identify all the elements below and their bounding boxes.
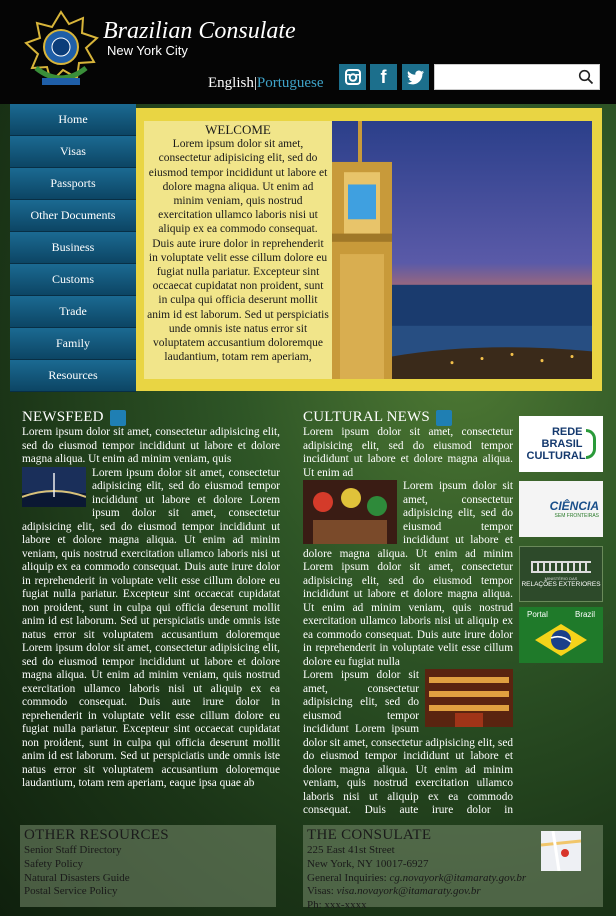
nav-item-family[interactable]: Family [10,328,136,360]
search-input[interactable] [435,65,573,89]
twitter-icon [406,70,424,85]
main-navigation: Home Visas Passports Other Documents Bus… [10,104,136,392]
consulate-info-box: THE CONSULATE 225 East 41st Street New Y… [303,825,603,911]
welcome-panel: WELCOME Lorem ipsum dolor sit amet, cons… [144,121,332,379]
ciencia-sem-fronteiras-banner[interactable]: CIÊNCIA SEM FRONTEIRAS [519,481,603,537]
nav-item-visas[interactable]: Visas [10,136,136,168]
nav-item-resources[interactable]: Resources [10,360,136,392]
nav-item-business[interactable]: Business [10,232,136,264]
ciencia-sub-label: SEM FRONTEIRAS [554,513,599,519]
rede-logo-icon [585,429,596,459]
language-switcher: English|Portuguese [208,75,324,92]
rede-brasil-cultural-label: REDE BRASIL CULTURAL [526,426,586,462]
visas-label: Visas: [307,885,337,898]
language-portuguese-link[interactable]: Portuguese [257,75,324,91]
cultural-news-header: CULTURAL NEWS [303,410,513,426]
hero-photo-elevator-tower [332,121,592,379]
visas-email[interactable]: visa.novayork@itamaraty.gov.br [337,885,481,897]
search-box [434,64,600,90]
cultural-news-heading: CULTURAL NEWS [303,410,430,426]
newsfeed-header: NEWSFEED [22,410,280,426]
ministerio-relacoes-exteriores-banner[interactable]: MINISTÉRIO DAS RELAÇÕES EXTERIORES [519,546,603,602]
newsfeed-heading: NEWSFEED [22,409,104,426]
resource-link-natural-disasters[interactable]: Natural Disasters Guide [24,872,272,886]
resource-link-postal-service[interactable]: Postal Service Policy [24,885,272,899]
welcome-heading: WELCOME [205,122,271,137]
site-subtitle: New York City [107,43,188,58]
resource-link-safety-policy[interactable]: Safety Policy [24,858,272,872]
mre-label: RELAÇÕES EXTERIORES [521,580,601,588]
newsfeed-text-1: Lorem ipsum dolor sit amet, consectetur … [22,426,280,465]
rss-icon[interactable] [435,410,452,426]
hero-banner: WELCOME Lorem ipsum dolor sit amet, cons… [136,108,602,391]
nav-item-customs[interactable]: Customs [10,264,136,296]
coat-of-arms-logo [24,10,99,85]
twitter-button[interactable] [402,64,429,90]
nav-item-trade[interactable]: Trade [10,296,136,328]
nav-item-home[interactable]: Home [10,104,136,136]
search-icon[interactable] [578,69,594,85]
brazil-flag-icon [535,624,587,656]
portal-brasil-banner[interactable]: Portal Brazil [519,607,603,663]
portal-label: Portal [527,610,548,619]
other-resources-box: OTHER RESOURCES Senior Staff Directory S… [20,825,276,907]
header: Brazilian Consulate New York City Englis… [0,0,616,104]
instagram-icon [344,69,361,85]
cultural-thumbnail-drummers[interactable] [303,480,397,544]
building-icon [531,560,591,573]
consulate-visas: Visas: visa.novayork@itamaraty.gov.br [307,885,599,899]
newsfeed-section: NEWSFEED Lorem ipsum dolor sit amet, con… [22,410,280,791]
newsfeed-thumbnail-bridge[interactable] [22,466,86,507]
nav-item-passports[interactable]: Passports [10,168,136,200]
general-inquiries-email[interactable]: cg.novayork@itamaraty.gov.br [389,872,526,884]
consulate-phone: Ph: xxx-xxxx [307,899,367,912]
cultural-thumbnail-theater[interactable] [425,669,513,727]
facebook-button[interactable]: f [370,64,397,90]
general-inquiries-label: General Inquiries: [307,871,390,884]
rss-icon[interactable] [109,410,126,426]
instagram-button[interactable] [339,64,366,90]
welcome-text: Lorem ipsum dolor sit amet, consectetur … [147,138,329,364]
brasil-label: Brazil [574,610,595,619]
cultural-text-1: Lorem ipsum dolor sit amet, consectetur … [303,426,513,479]
map-thumbnail[interactable] [541,831,581,871]
rede-brasil-cultural-banner[interactable]: REDE BRASIL CULTURAL [519,416,603,472]
ciencia-label: CIÊNCIA [549,499,599,513]
consulate-general-inquiries: General Inquiries: cg.novayork@itamaraty… [307,872,599,886]
newsfeed-text-2: Lorem ipsum dolor sit amet, consectetur … [22,466,280,790]
language-english-link[interactable]: English [208,75,254,91]
cultural-news-section: CULTURAL NEWS Lorem ipsum dolor sit amet… [303,410,513,818]
nav-item-other-documents[interactable]: Other Documents [10,200,136,232]
site-title: Brazilian Consulate [103,18,296,44]
other-resources-heading: OTHER RESOURCES [24,827,169,843]
facebook-icon: f [380,66,387,87]
resource-link-staff-directory[interactable]: Senior Staff Directory [24,844,272,858]
